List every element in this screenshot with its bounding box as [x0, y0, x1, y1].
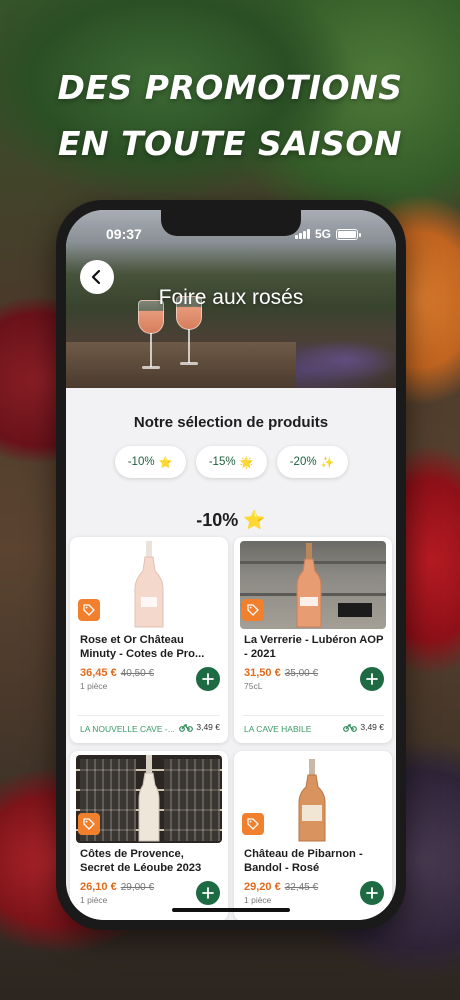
headline-line-2: EN TOUTE SAISON — [57, 124, 403, 163]
rose-glass-left — [138, 300, 164, 372]
page-title: Foire aux rosés — [158, 286, 304, 309]
selection-title: Notre sélection de produits — [133, 414, 329, 431]
promo-headline: DES PROMOTIONS EN TOUTE SAISON — [0, 60, 460, 172]
current-price: 29,20 € — [244, 881, 281, 893]
product-price: 26,10 €29,00 € — [80, 881, 154, 893]
bike-icon — [343, 724, 358, 732]
shop-name[interactable]: LA NOUVELLE CAVE -... — [80, 724, 175, 734]
promo-tag-icon — [242, 813, 264, 835]
product-card[interactable]: Côtes de Provence, Secret de Léoube 2023… — [70, 751, 228, 920]
old-price: 35,00 € — [284, 668, 319, 679]
group-title: -10% — [196, 510, 239, 530]
chip-label: -15% — [208, 456, 236, 468]
product-unit: 1 pièce — [80, 681, 108, 691]
star-icon: ⭐ — [243, 510, 266, 530]
add-to-cart-button[interactable] — [196, 881, 220, 905]
promo-tag-icon — [78, 599, 100, 621]
glowing-star-icon: 🌟 — [239, 456, 254, 469]
delivery-fee: 3,49 € — [343, 722, 384, 732]
plus-icon — [366, 887, 378, 899]
phone-frame: 09:37 5G Foire aux rosés Notre sélection… — [56, 200, 406, 930]
chip-15-percent[interactable]: -15% 🌟 — [195, 446, 267, 478]
add-to-cart-button[interactable] — [360, 667, 384, 691]
add-to-cart-button[interactable] — [360, 881, 384, 905]
product-unit: 1 pièce — [244, 895, 272, 905]
product-card[interactable]: Rose et Or Château Minuty - Cotes de Pro… — [70, 537, 228, 743]
product-unit: 75cL — [244, 681, 263, 691]
product-card[interactable]: Château de Pibarnon - Bandol - Rosé 29,2… — [234, 751, 392, 920]
delivery-fee: 3,49 € — [179, 722, 220, 732]
status-indicators: 5G — [294, 227, 361, 241]
chip-10-percent[interactable]: -10% ⭐ — [114, 446, 186, 478]
card-divider — [78, 715, 220, 716]
group-heading: -10% ⭐ — [66, 510, 396, 531]
product-price: 29,20 €32,45 € — [244, 881, 318, 893]
sparkles-icon: ✨ — [320, 456, 335, 469]
add-to-cart-button[interactable] — [196, 667, 220, 691]
product-name: Côtes de Provence, Secret de Léoube 2023 — [80, 848, 202, 874]
product-price: 36,45 €40,50 € — [80, 667, 154, 679]
bike-icon — [179, 724, 194, 732]
network-label: 5G — [314, 227, 331, 241]
current-price: 26,10 € — [80, 881, 117, 893]
promo-tag-icon — [78, 813, 100, 835]
current-price: 31,50 € — [244, 667, 281, 679]
home-indicator[interactable] — [172, 908, 290, 912]
product-name: La Verrerie - Lubéron AOP - 2021 — [244, 634, 384, 660]
plus-icon — [202, 673, 214, 685]
promo-tag-icon — [242, 599, 264, 621]
product-price: 31,50 €35,00 € — [244, 667, 318, 679]
product-unit: 1 pièce — [80, 895, 108, 905]
signal-icon — [294, 229, 310, 239]
product-name: Château de Pibarnon - Bandol - Rosé — [244, 848, 363, 874]
old-price: 40,50 € — [120, 668, 155, 679]
product-card[interactable]: La Verrerie - Lubéron AOP - 2021 31,50 €… — [234, 537, 392, 743]
status-bar: 09:37 5G — [66, 224, 396, 246]
chip-20-percent[interactable]: -20% ✨ — [276, 446, 348, 478]
product-name: Rose et Or Château Minuty - Cotes de Pro… — [80, 634, 205, 660]
plus-icon — [202, 887, 214, 899]
chip-label: -20% — [289, 456, 317, 468]
chevron-left-icon — [91, 269, 101, 285]
shop-name[interactable]: LA CAVE HABILE — [244, 724, 311, 734]
plus-icon — [366, 673, 378, 685]
battery-icon — [336, 228, 361, 240]
old-price: 29,00 € — [120, 882, 155, 893]
old-price: 32,45 € — [284, 882, 319, 893]
status-time: 09:37 — [106, 226, 142, 242]
headline-line-1: DES PROMOTIONS — [57, 68, 403, 107]
delivery-fee-value: 3,49 € — [360, 722, 384, 732]
discount-filter-chips: -10% ⭐ -15% 🌟 -20% ✨ — [66, 446, 396, 478]
app-screen: 09:37 5G Foire aux rosés Notre sélection… — [66, 210, 396, 920]
card-divider — [242, 715, 384, 716]
delivery-fee-value: 3,49 € — [196, 722, 220, 732]
star-icon: ⭐ — [158, 456, 173, 469]
chip-label: -10% — [127, 456, 155, 468]
current-price: 36,45 € — [80, 667, 117, 679]
